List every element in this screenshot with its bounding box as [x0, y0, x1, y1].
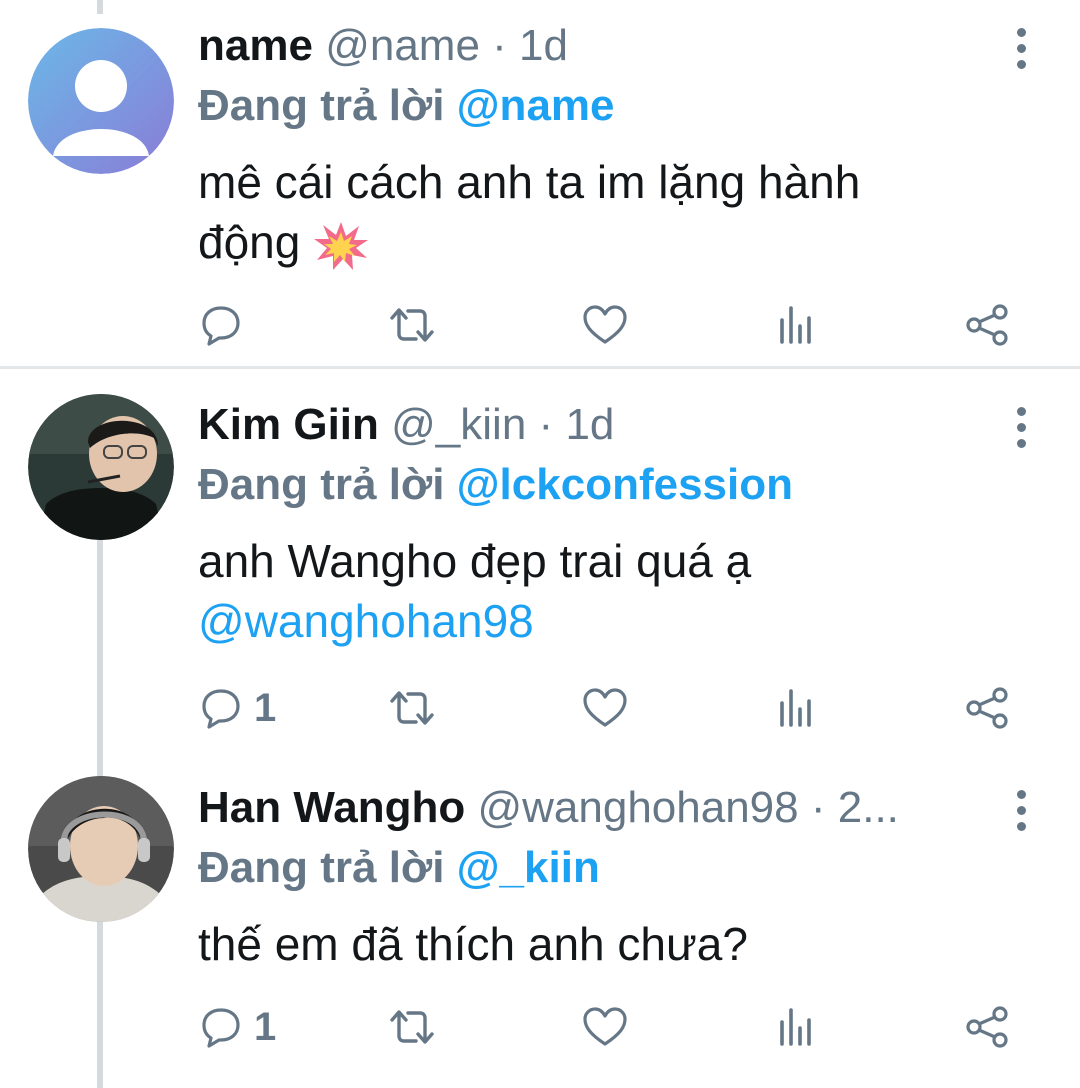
share-icon	[966, 1006, 1008, 1048]
tweet-text: anh Wangho đẹp trai quá ạ @wanghohan98	[198, 531, 958, 651]
reply-icon	[202, 306, 240, 346]
replying-mention[interactable]: @name	[457, 81, 615, 130]
reply-icon	[202, 689, 240, 729]
tweet-text-content: anh Wangho đẹp trai quá ạ	[198, 535, 752, 587]
avatar[interactable]	[28, 776, 174, 922]
share-icon	[966, 304, 1008, 346]
retweet-icon	[390, 691, 434, 725]
like-button[interactable]	[582, 300, 628, 350]
reply-button[interactable]: 1	[200, 1002, 276, 1052]
reply-count: 1	[254, 685, 277, 730]
analytics-icon	[780, 689, 811, 727]
default-avatar-icon	[28, 28, 174, 174]
like-icon	[583, 1007, 627, 1046]
reply-button[interactable]: 1	[200, 683, 276, 733]
replying-label: Đang trả lời	[198, 460, 457, 509]
retweet-icon	[390, 1010, 434, 1044]
like-icon	[583, 305, 627, 344]
collision-emoji-icon	[314, 221, 369, 270]
tweet-text: mê cái cách anh ta im lặng hành động	[198, 152, 958, 272]
user-handle[interactable]: @_kiin	[391, 400, 526, 449]
tweet-actions	[0, 300, 1080, 350]
separator-dot: ·	[810, 783, 826, 832]
share-button[interactable]	[966, 300, 1010, 350]
tweet-header: Han Wangho @wanghohan98 · 2...	[198, 782, 899, 834]
analytics-button[interactable]	[778, 300, 816, 350]
tweet-actions: 1	[0, 1002, 1080, 1052]
replying-to: Đang trả lời @name	[198, 80, 615, 132]
avatar[interactable]	[28, 394, 174, 540]
analytics-button[interactable]	[778, 1002, 816, 1052]
replying-to: Đang trả lời @lckconfession	[198, 459, 793, 511]
tweet-mention[interactable]: @wanghohan98	[198, 591, 958, 651]
retweet-button[interactable]	[386, 683, 438, 733]
timestamp[interactable]: 2...	[838, 783, 899, 832]
retweet-icon	[390, 308, 434, 342]
more-options-icon[interactable]	[1010, 407, 1032, 455]
reply-icon	[202, 1008, 240, 1048]
replying-label: Đang trả lời	[198, 843, 457, 892]
timestamp[interactable]: 1d	[519, 21, 568, 70]
tweet[interactable]: Han Wangho @wanghohan98 · 2... Đang trả …	[0, 752, 1080, 1088]
share-icon	[966, 687, 1008, 729]
replying-to: Đang trả lời @_kiin	[198, 842, 600, 894]
avatar[interactable]	[28, 28, 174, 174]
tweet-text: thế em đã thích anh chưa?	[198, 914, 958, 974]
separator-dot: ·	[492, 21, 507, 70]
tweet[interactable]: Kim Giin @_kiin · 1d Đang trả lời @lckco…	[0, 369, 1080, 752]
more-options-icon[interactable]	[1010, 790, 1032, 838]
tweet-text-content: mê cái cách anh ta im lặng hành động	[198, 156, 861, 268]
retweet-button[interactable]	[386, 1002, 438, 1052]
tweet-actions: 1	[0, 683, 1080, 733]
tweet[interactable]: name @name · 1d Đang trả lời @name mê cá…	[0, 0, 1080, 366]
analytics-icon	[780, 306, 811, 344]
reply-count: 1	[254, 1004, 277, 1049]
user-photo-icon	[28, 776, 174, 922]
like-icon	[583, 688, 627, 727]
analytics-icon	[780, 1008, 811, 1046]
replying-mention[interactable]: @lckconfession	[457, 460, 793, 509]
user-handle[interactable]: @name	[325, 21, 480, 70]
retweet-button[interactable]	[386, 300, 438, 350]
share-button[interactable]	[966, 1002, 1010, 1052]
replying-mention[interactable]: @_kiin	[457, 843, 600, 892]
display-name[interactable]: name	[198, 21, 313, 70]
user-photo-icon	[28, 394, 174, 540]
separator-dot: ·	[538, 400, 554, 449]
like-button[interactable]	[582, 1002, 628, 1052]
analytics-button[interactable]	[778, 683, 816, 733]
share-button[interactable]	[966, 683, 1010, 733]
tweet-header: name @name · 1d	[198, 20, 568, 72]
display-name[interactable]: Kim Giin	[198, 400, 379, 449]
timestamp[interactable]: 1d	[565, 400, 614, 449]
like-button[interactable]	[582, 683, 628, 733]
more-options-icon[interactable]	[1010, 28, 1032, 76]
tweet-header: Kim Giin @_kiin · 1d	[198, 399, 614, 451]
display-name[interactable]: Han Wangho	[198, 783, 465, 832]
tweet-text-content: thế em đã thích anh chưa?	[198, 918, 748, 970]
replying-label: Đang trả lời	[198, 81, 457, 130]
reply-button[interactable]	[200, 300, 254, 350]
user-handle[interactable]: @wanghohan98	[477, 783, 798, 832]
